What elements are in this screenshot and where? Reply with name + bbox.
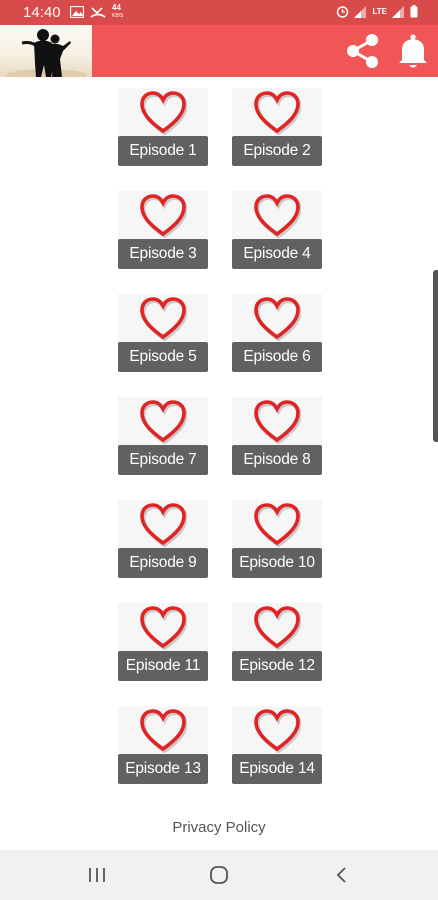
recent-apps-icon bbox=[89, 868, 105, 882]
episode-card[interactable]: Episode 4 bbox=[232, 191, 322, 271]
data-speed-unit: KB/S bbox=[112, 13, 124, 19]
episode-card[interactable]: Episode 14 bbox=[232, 706, 322, 786]
heart-icon bbox=[140, 606, 187, 650]
recent-apps-button[interactable] bbox=[85, 863, 109, 887]
gallery-icon bbox=[70, 6, 84, 18]
missed-call-icon bbox=[90, 7, 106, 18]
status-time: 14:40 bbox=[23, 4, 61, 21]
data-speed: 44 KB/S bbox=[112, 4, 123, 20]
battery-icon bbox=[410, 5, 418, 18]
heart-icon bbox=[140, 194, 187, 238]
data-speed-value: 44 bbox=[112, 3, 121, 12]
status-notification-icons: 44 KB/S bbox=[70, 4, 123, 20]
signal-icon bbox=[354, 5, 367, 18]
network-label: LTE bbox=[372, 7, 387, 16]
heart-icon bbox=[140, 503, 187, 547]
back-icon bbox=[336, 867, 346, 883]
share-icon bbox=[347, 34, 378, 68]
home-button[interactable] bbox=[207, 863, 231, 887]
navigation-bar bbox=[0, 850, 438, 900]
episode-card[interactable]: Episode 8 bbox=[232, 397, 322, 477]
home-icon bbox=[210, 866, 228, 884]
episode-label: Episode 2 bbox=[232, 136, 322, 166]
episode-label: Episode 10 bbox=[232, 548, 322, 578]
back-button[interactable] bbox=[330, 863, 354, 887]
heart-icon bbox=[254, 400, 301, 444]
app-bar bbox=[0, 25, 438, 77]
episode-label: Episode 3 bbox=[118, 239, 208, 269]
notifications-button[interactable] bbox=[395, 31, 431, 71]
episode-label: Episode 6 bbox=[232, 342, 322, 372]
heart-icon bbox=[254, 606, 301, 650]
status-system-icons: LTE bbox=[336, 5, 418, 18]
heart-icon bbox=[254, 297, 301, 341]
episode-label: Episode 11 bbox=[118, 651, 208, 681]
privacy-policy-link[interactable]: Privacy Policy bbox=[0, 819, 438, 836]
alarm-icon bbox=[337, 6, 349, 18]
episode-label: Episode 8 bbox=[232, 445, 322, 475]
share-button[interactable] bbox=[342, 31, 382, 71]
heart-icon bbox=[254, 503, 301, 547]
episode-card[interactable]: Episode 12 bbox=[232, 603, 322, 683]
episode-card[interactable]: Episode 7 bbox=[118, 397, 208, 477]
episode-card[interactable]: Episode 3 bbox=[118, 191, 208, 271]
bell-icon bbox=[399, 34, 427, 68]
heart-icon bbox=[254, 709, 301, 753]
episode-label: Episode 9 bbox=[118, 548, 208, 578]
episode-label: Episode 14 bbox=[232, 754, 322, 784]
episode-label: Episode 13 bbox=[118, 754, 208, 784]
edge-panel-handle[interactable] bbox=[433, 270, 438, 442]
episode-card[interactable]: Episode 6 bbox=[232, 294, 322, 374]
heart-icon bbox=[254, 91, 301, 135]
episode-card[interactable]: Episode 10 bbox=[232, 500, 322, 580]
signal-icon-2 bbox=[392, 5, 404, 18]
heart-icon bbox=[140, 91, 187, 135]
episode-label: Episode 7 bbox=[118, 445, 208, 475]
episode-card[interactable]: Episode 11 bbox=[118, 603, 208, 683]
episode-card[interactable]: Episode 5 bbox=[118, 294, 208, 374]
episode-label: Episode 12 bbox=[232, 651, 322, 681]
heart-icon bbox=[140, 400, 187, 444]
couple-silhouette-logo[interactable] bbox=[0, 25, 92, 77]
episode-label: Episode 4 bbox=[232, 239, 322, 269]
couple-silhouette-icon bbox=[6, 29, 86, 77]
status-bar: 14:40 44 KB/S LTE bbox=[0, 0, 438, 25]
episode-card[interactable]: Episode 9 bbox=[118, 500, 208, 580]
episode-card[interactable]: Episode 13 bbox=[118, 706, 208, 786]
episode-label: Episode 1 bbox=[118, 136, 208, 166]
episode-card[interactable]: Episode 2 bbox=[232, 88, 322, 168]
heart-icon bbox=[140, 709, 187, 753]
heart-icon bbox=[254, 194, 301, 238]
heart-icon bbox=[140, 297, 187, 341]
episode-label: Episode 5 bbox=[118, 342, 208, 372]
episode-card[interactable]: Episode 1 bbox=[118, 88, 208, 168]
